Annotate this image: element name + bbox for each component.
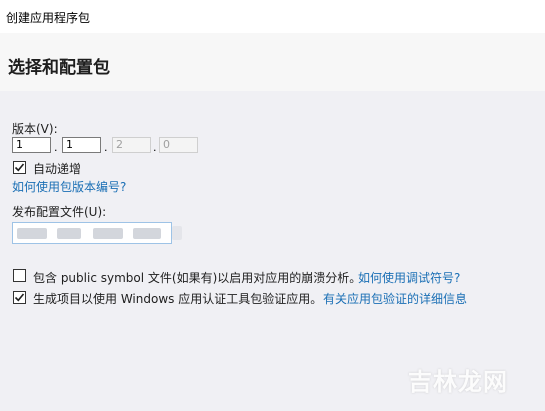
auto-increment-label: 自动递增: [33, 162, 82, 176]
public-symbol-label: 包含 public symbol 文件(如果有)以启用对应用的崩溃分析。: [33, 271, 362, 285]
blurred-value: [93, 228, 123, 239]
version-minor-input[interactable]: 1: [62, 137, 101, 153]
app-validation-link[interactable]: 有关应用包验证的详细信息: [323, 290, 467, 307]
checkmark-icon: [14, 293, 25, 302]
publish-profile-combo[interactable]: [12, 222, 172, 244]
wack-label: 生成项目以使用 Windows 应用认证工具包验证应用。: [33, 292, 323, 306]
version-help-link[interactable]: 如何使用包版本编号?: [12, 178, 126, 195]
blurred-value: [133, 228, 161, 239]
watermark: 吉林龙网: [408, 368, 508, 396]
version-major-input[interactable]: 1: [12, 137, 51, 153]
wack-checkbox[interactable]: [13, 291, 26, 304]
debug-symbols-link[interactable]: 如何使用调试符号?: [358, 269, 460, 286]
version-separator: .: [104, 141, 108, 154]
checkmark-icon: [14, 163, 25, 172]
page-header: 选择和配置包: [0, 33, 545, 91]
window-title: 创建应用程序包: [6, 11, 91, 25]
version-label: 版本(V):: [12, 122, 58, 136]
blurred-value: [57, 228, 81, 239]
auto-increment-checkbox[interactable]: [13, 161, 26, 174]
publish-profile-label: 发布配置文件(U):: [12, 205, 107, 219]
public-symbol-checkbox[interactable]: [13, 269, 26, 282]
version-revision-input: 0: [159, 137, 198, 153]
window-titlebar: 创建应用程序包: [0, 0, 545, 33]
version-separator: .: [54, 141, 58, 154]
version-build-input: 2: [112, 137, 151, 153]
blurred-value: [17, 228, 47, 239]
version-separator: .: [153, 141, 157, 154]
page-title: 选择和配置包: [8, 58, 110, 78]
blurred-value: [172, 226, 182, 240]
